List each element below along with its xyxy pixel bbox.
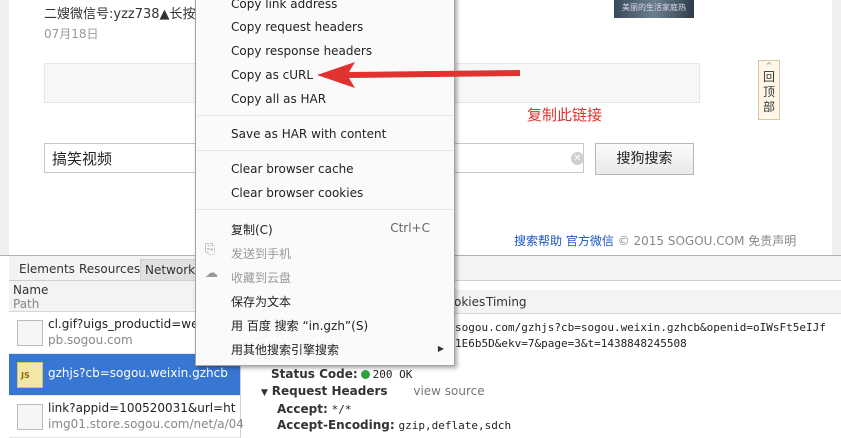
accept-header: Accept: */* bbox=[277, 402, 351, 416]
menu-copy[interactable]: 复制(C) bbox=[231, 221, 273, 238]
request-path: img01.store.sogou.com/net/a/04 bbox=[48, 417, 244, 431]
caret-up-icon: ^ bbox=[765, 61, 773, 70]
submenu-arrow-icon: ▶ bbox=[437, 344, 444, 353]
column-path: Path bbox=[13, 297, 40, 311]
disclaimer-link[interactable]: 免责声明 bbox=[748, 234, 796, 248]
menu-copy-request-headers[interactable]: Copy request headers bbox=[231, 20, 363, 34]
official-wechat-link[interactable]: 官方微信 bbox=[566, 234, 614, 248]
menu-separator bbox=[197, 115, 453, 116]
accept-encoding-header: Accept-Encoding: gzip,deflate,sdch bbox=[277, 418, 511, 432]
menu-copy-as-curl[interactable]: Copy as cURL bbox=[231, 68, 313, 82]
copyright-text: © 2015 SOGOU.COM bbox=[617, 234, 745, 248]
menu-save-to-cloud[interactable]: 收藏到云盘 bbox=[231, 269, 291, 286]
status-code-line: Status Code: 200 OK bbox=[271, 367, 412, 381]
column-name[interactable]: Name bbox=[13, 283, 48, 297]
request-headers-section[interactable]: ▼ Request Headers view source bbox=[261, 384, 485, 398]
request-url-line-2: 1E6b5D&ekv=7&page=3&t=1438848245508 bbox=[455, 337, 687, 350]
tab-network[interactable]: Network bbox=[140, 259, 201, 280]
request-row[interactable]: link?appid=100520031&url=htt img01.store… bbox=[9, 396, 244, 438]
phone-icon: ⎘ bbox=[205, 242, 216, 257]
view-source-link[interactable]: view source bbox=[413, 384, 484, 398]
menu-copy-all-as-har[interactable]: Copy all as HAR bbox=[231, 92, 326, 106]
status-code-label: Status Code: bbox=[271, 367, 358, 381]
article-title[interactable]: 二嫂微信号:yzz738▲长按 bbox=[44, 3, 196, 22]
accept-encoding-label: Accept-Encoding: bbox=[277, 418, 395, 432]
article-thumbnail[interactable]: 美丽的生活家庭热 bbox=[614, 0, 694, 18]
tab-cookies[interactable]: okies bbox=[454, 295, 485, 309]
annotation-text: 复制此链接 bbox=[527, 106, 603, 124]
menu-separator bbox=[197, 209, 453, 210]
page-margin-right bbox=[832, 0, 841, 255]
page-footer: 搜索帮助 官方微信 © 2015 SOGOU.COM 免责声明 bbox=[514, 232, 796, 249]
menu-clear-cache[interactable]: Clear browser cache bbox=[231, 162, 354, 176]
search-button[interactable]: 搜狗搜索 bbox=[595, 143, 694, 175]
back-to-top-char-1: 回 bbox=[762, 70, 775, 84]
menu-copy-link-address[interactable]: Copy link address bbox=[231, 0, 337, 11]
menu-copy-response-headers[interactable]: Copy response headers bbox=[231, 44, 372, 58]
article-date: 07月18日 bbox=[44, 27, 99, 41]
context-menu: Copy link address Copy request headers C… bbox=[195, 0, 455, 366]
request-url-line-1: sogou.com/gzhjs?cb=sogou.weixin.gzhcb&op… bbox=[455, 321, 826, 334]
tab-elements[interactable]: Elements bbox=[19, 262, 75, 276]
request-path: pb.sogou.com bbox=[48, 333, 133, 347]
request-headers-label: Request Headers bbox=[271, 384, 388, 398]
back-to-top-char-3: 部 bbox=[762, 100, 775, 114]
copy-shortcut: Ctrl+C bbox=[390, 221, 430, 235]
menu-separator bbox=[197, 150, 453, 151]
back-to-top-char-2: 顶 bbox=[762, 85, 775, 99]
request-name: gzhjs?cb=sogou.weixin.gzhcb bbox=[48, 366, 228, 380]
tab-timing[interactable]: Timing bbox=[486, 295, 527, 309]
accept-value: */* bbox=[331, 403, 352, 416]
menu-clear-cookies[interactable]: Clear browser cookies bbox=[231, 186, 363, 200]
menu-search-other-engines[interactable]: 用其他搜索引擎搜索 bbox=[231, 341, 339, 358]
back-to-top-button[interactable]: ^ 回 顶 部 bbox=[758, 60, 780, 120]
clear-search-icon[interactable]: ✕ bbox=[571, 152, 584, 165]
tab-resources[interactable]: Resources bbox=[79, 262, 140, 276]
expand-triangle-icon: ▼ bbox=[261, 388, 268, 398]
cloud-icon: ☁ bbox=[205, 266, 218, 281]
js-file-icon bbox=[17, 362, 43, 388]
menu-save-as-text[interactable]: 保存为文本 bbox=[231, 293, 291, 310]
menu-save-as-har[interactable]: Save as HAR with content bbox=[231, 127, 386, 141]
page-margin-left bbox=[0, 0, 9, 255]
thumbnail-caption: 美丽的生活家庭热 bbox=[622, 3, 686, 12]
menu-send-to-phone[interactable]: 发送到手机 bbox=[231, 245, 291, 262]
accept-label: Accept: bbox=[277, 402, 328, 416]
status-ok-icon bbox=[360, 370, 370, 379]
search-help-link[interactable]: 搜索帮助 bbox=[514, 234, 562, 248]
status-code-value: 200 OK bbox=[372, 368, 413, 381]
image-file-icon bbox=[17, 320, 43, 346]
image-file-icon bbox=[17, 404, 43, 430]
menu-search-baidu[interactable]: 用 百度 搜索 “in.gzh”(S) bbox=[231, 317, 368, 334]
annotation-arrow bbox=[317, 62, 520, 88]
request-name: link?appid=100520031&url=htt bbox=[48, 401, 236, 415]
